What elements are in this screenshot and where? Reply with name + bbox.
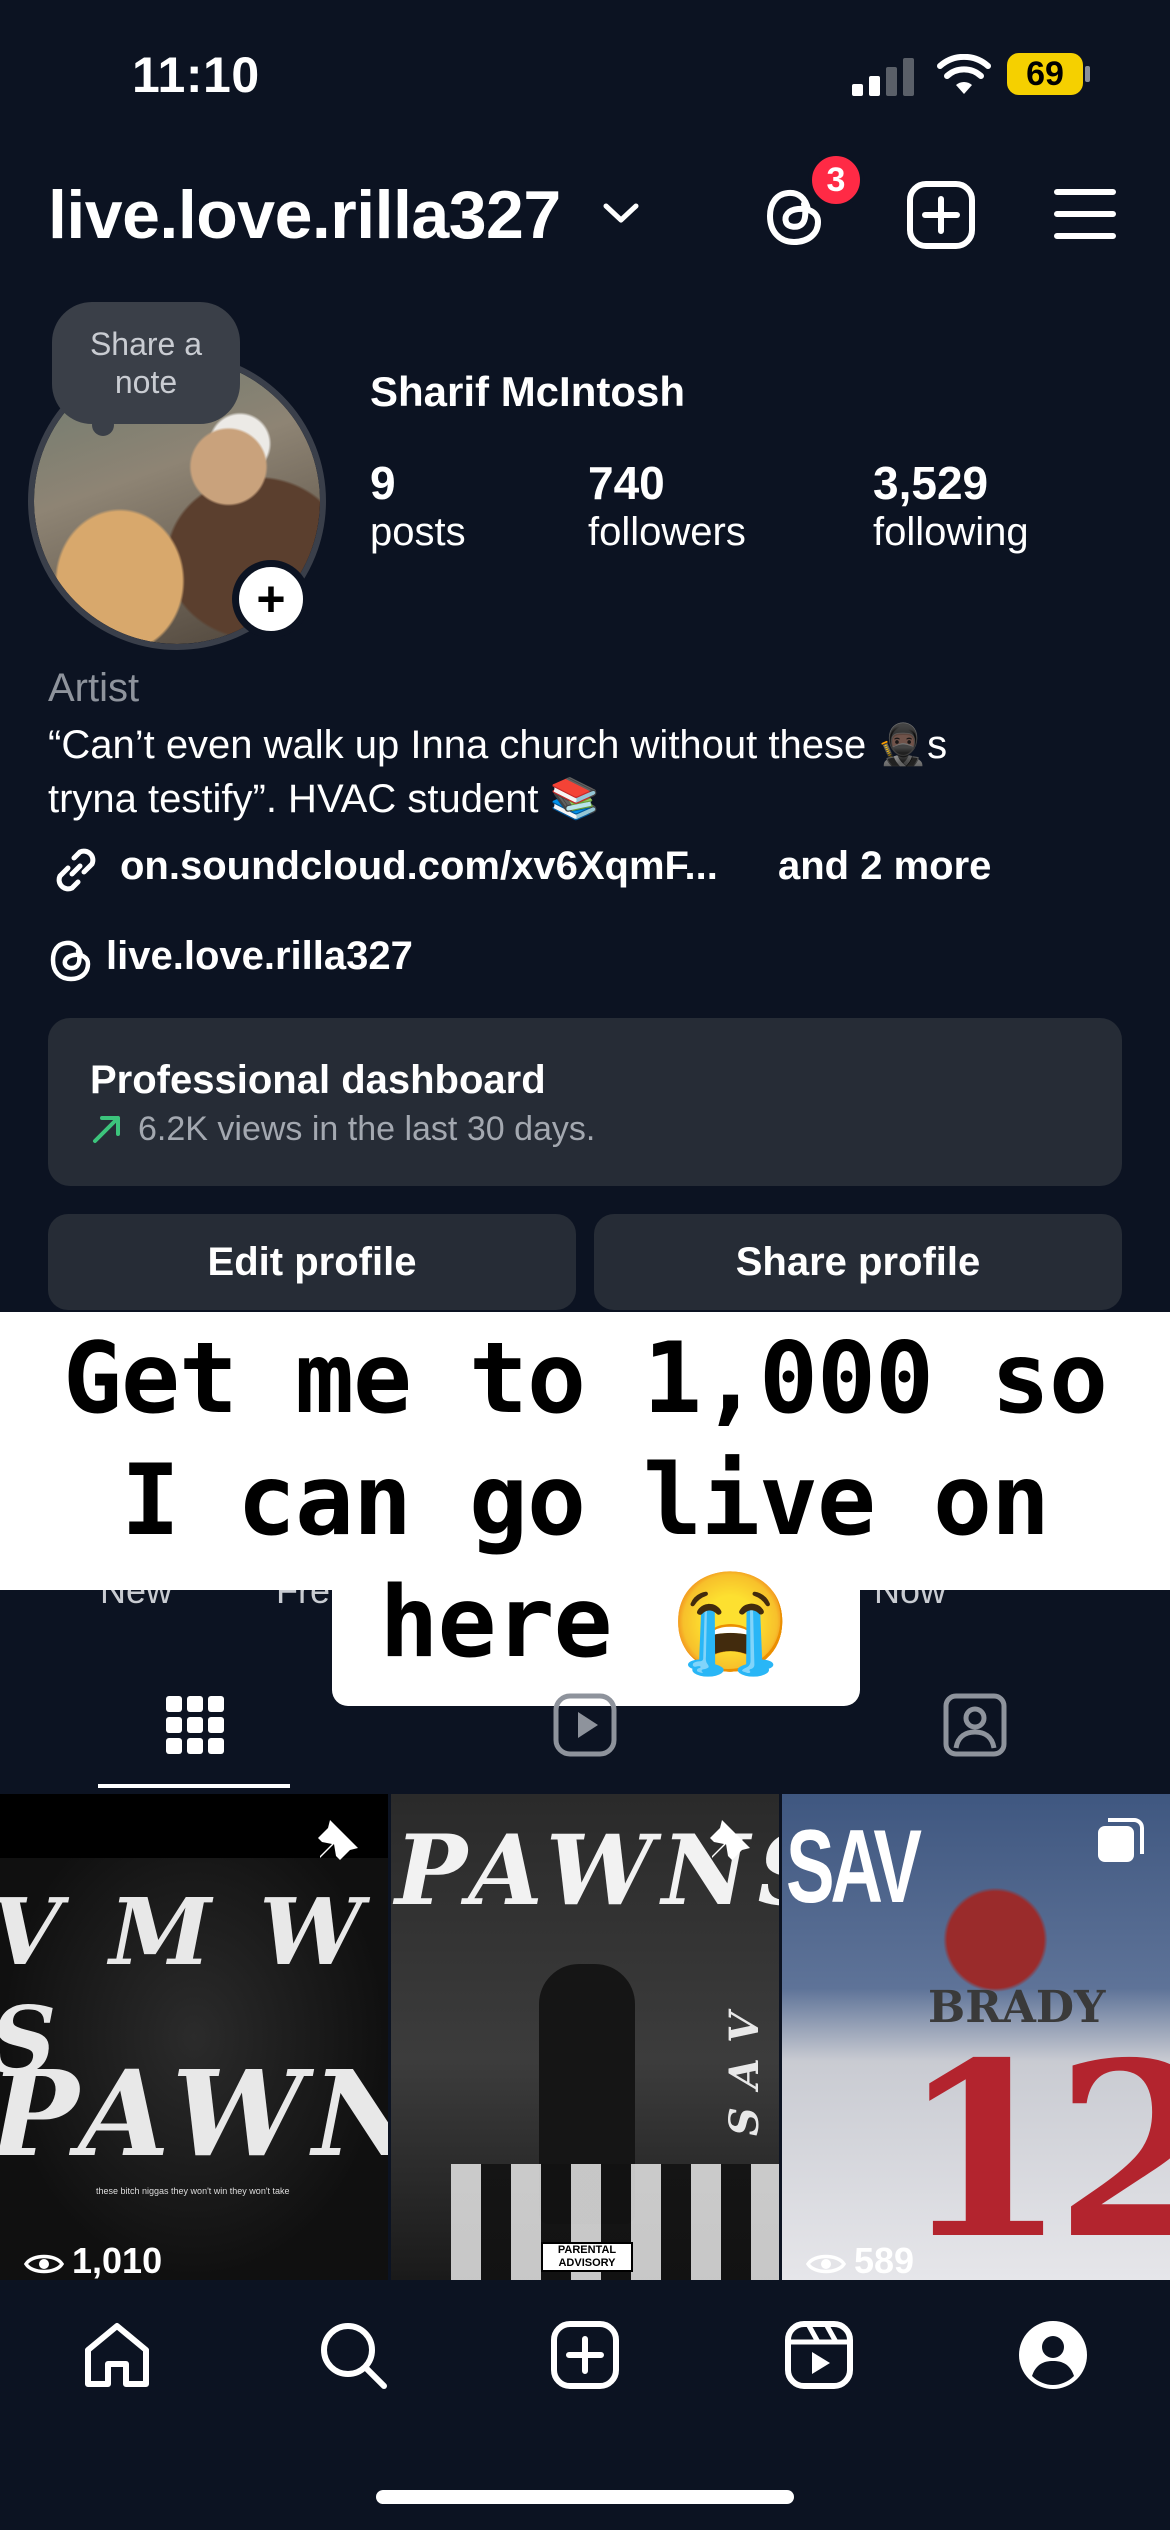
- create-icon[interactable]: [548, 2318, 622, 2392]
- profile-full-name: Sharif McIntosh: [370, 368, 686, 415]
- caption-line: Get me to 1,000 so: [62, 1322, 1108, 1436]
- caption-line: I can go live on: [120, 1444, 1050, 1558]
- trending-up-icon: [93, 1116, 120, 1143]
- profile-category: Artist: [48, 666, 140, 710]
- grid-tab-icon[interactable]: [162, 1692, 228, 1758]
- notification-badge: 3: [808, 152, 864, 208]
- post-thumbnail[interactable]: SAV BRADY 12: [782, 1794, 1170, 2280]
- add-story-button[interactable]: +: [232, 560, 310, 638]
- profile-bio: “Can’t even walk up Inna church without …: [48, 718, 1128, 826]
- dashboard-views-summary: 6.2K views in the last 30 days.: [138, 1110, 596, 1148]
- following-label[interactable]: following: [873, 510, 1029, 555]
- pinned-icon: [318, 1820, 358, 1860]
- followers-label[interactable]: followers: [588, 510, 746, 555]
- caption-line: here 😭: [379, 1566, 791, 1680]
- following-count[interactable]: 3,529: [873, 456, 988, 510]
- video-caption-overlay: Get me to 1,000 so I can go live on here…: [0, 1318, 1170, 1684]
- plus-icon: +: [256, 571, 286, 627]
- active-tab-indicator: [98, 1784, 290, 1788]
- hamburger-menu-icon[interactable]: [1054, 188, 1116, 240]
- profile-icon[interactable]: [1016, 2318, 1090, 2392]
- parental-advisory-label: PARENTAL ADVISORY: [541, 2242, 633, 2272]
- bio-line: tryna testify”. HVAC student 📚: [48, 777, 600, 821]
- views-icon: [24, 2254, 64, 2274]
- post-view-count: 589: [854, 2240, 915, 2281]
- post-view-count: 1,010: [72, 2240, 163, 2281]
- status-time: 11:10: [132, 47, 260, 103]
- multiple-posts-icon: [1098, 1818, 1144, 1862]
- post-image-text: SAV: [721, 1994, 768, 2137]
- followers-count[interactable]: 740: [588, 456, 665, 510]
- bio-line: “Can’t even walk up Inna church without …: [48, 723, 948, 767]
- search-icon[interactable]: [316, 2318, 390, 2392]
- pinned-icon: [710, 1820, 750, 1860]
- cellular-signal-icon: [852, 58, 914, 96]
- bio-link[interactable]: on.soundcloud.com/xv6XqmF...: [120, 844, 718, 889]
- post-image-subtext: these bitch niggas they won't win they w…: [96, 2186, 290, 2196]
- post-image-text: PAWNS: [0, 2044, 388, 2183]
- wifi-icon: [937, 54, 991, 94]
- dashboard-title: Professional dashboard: [90, 1058, 546, 1102]
- threads-profile-link[interactable]: live.love.rilla327: [106, 934, 413, 979]
- jersey-number: 12: [900, 2010, 1170, 2280]
- posts-label[interactable]: posts: [370, 510, 466, 555]
- home-indicator: [376, 2490, 794, 2504]
- chevron-down-icon[interactable]: [602, 200, 640, 226]
- reels-icon[interactable]: [782, 2318, 856, 2392]
- battery-indicator: 69: [1006, 52, 1092, 96]
- share-profile-button[interactable]: Share profile: [594, 1214, 1122, 1310]
- posts-count[interactable]: 9: [370, 456, 396, 510]
- share-note-bubble[interactable]: Share a note: [52, 302, 240, 424]
- edit-profile-button[interactable]: Edit profile: [48, 1214, 576, 1310]
- views-icon: [806, 2254, 846, 2274]
- create-post-icon[interactable]: [906, 180, 976, 250]
- reels-tab-icon[interactable]: [552, 1692, 618, 1758]
- post-image-text: SAV: [786, 1809, 922, 1925]
- tagged-tab-icon[interactable]: [942, 1692, 1008, 1758]
- profile-username-switcher[interactable]: live.love.rilla327: [48, 176, 561, 254]
- home-icon[interactable]: [80, 2318, 154, 2392]
- more-links-button[interactable]: and 2 more: [778, 844, 991, 889]
- threads-icon: [50, 940, 91, 982]
- battery-level: 69: [1026, 54, 1064, 93]
- link-icon: [56, 848, 96, 892]
